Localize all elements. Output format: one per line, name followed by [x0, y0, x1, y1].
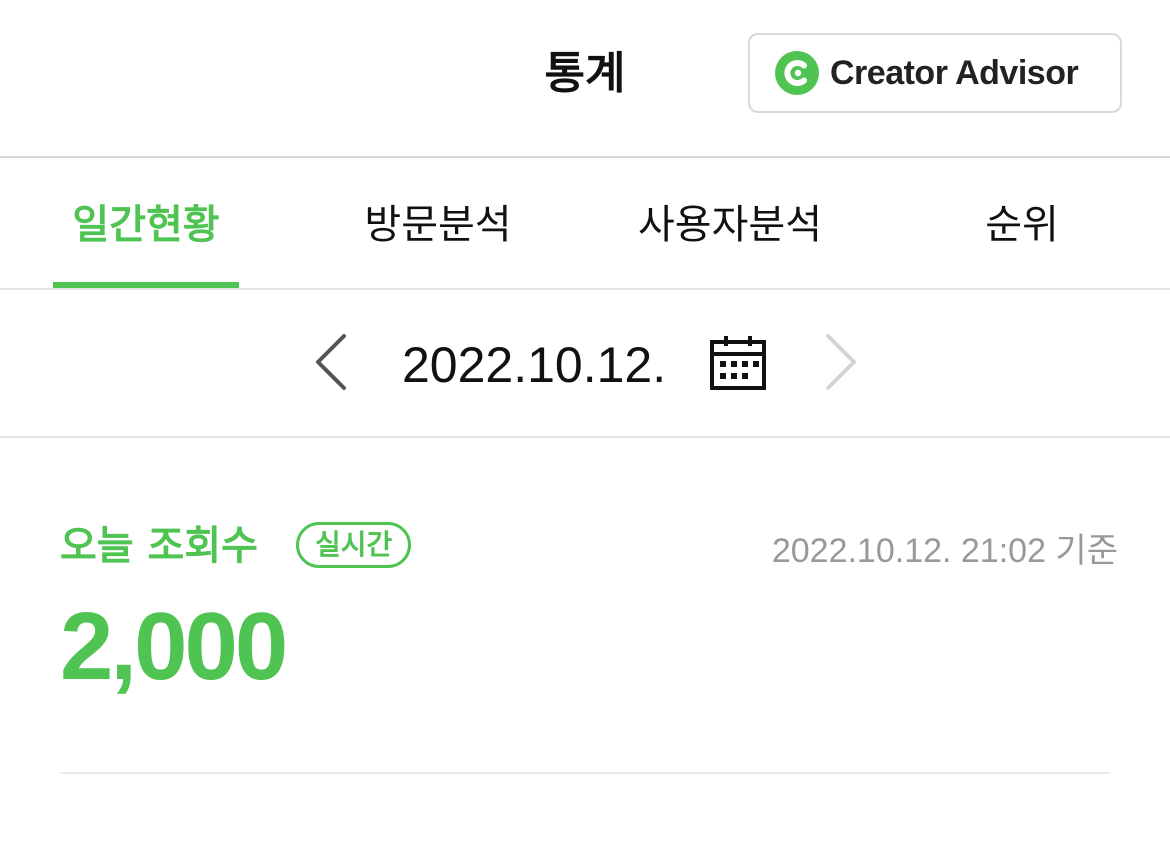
section-divider [60, 772, 1110, 774]
current-date: 2022.10.12. [402, 337, 667, 393]
tab-label: 순위 [985, 202, 1059, 248]
chevron-left-icon[interactable] [310, 332, 350, 392]
creator-advisor-button[interactable]: Creator Advisor [748, 33, 1122, 113]
stats-timestamp: 2022.10.12. 21:02 기준 [771, 532, 1118, 570]
chevron-right-icon[interactable] [822, 332, 862, 392]
realtime-badge: 실시간 [296, 522, 412, 568]
creator-advisor-label: Creator Advisor [830, 53, 1079, 92]
today-views-title: 오늘 조회수 [60, 523, 258, 569]
tab-visit-analysis[interactable]: 방문분석 [340, 158, 536, 288]
tab-label: 방문분석 [364, 202, 512, 248]
date-navigator: 2022.10.12. [0, 290, 1170, 438]
tab-bar: 일간현황 방문분석 사용자분석 순위 [0, 158, 1170, 290]
tab-ranking[interactable]: 순위 [962, 158, 1082, 288]
calendar-icon[interactable] [709, 334, 767, 392]
today-views-count: 2,000 [60, 593, 288, 700]
app-header: 통계 Creator Advisor [0, 0, 1170, 158]
active-tab-indicator [53, 282, 239, 288]
tab-label: 일간현황 [72, 202, 220, 248]
tab-user-analysis[interactable]: 사용자분석 [620, 158, 840, 288]
tab-daily-status[interactable]: 일간현황 [53, 158, 239, 288]
tab-label: 사용자분석 [638, 202, 822, 248]
creator-advisor-logo-icon [775, 51, 819, 95]
